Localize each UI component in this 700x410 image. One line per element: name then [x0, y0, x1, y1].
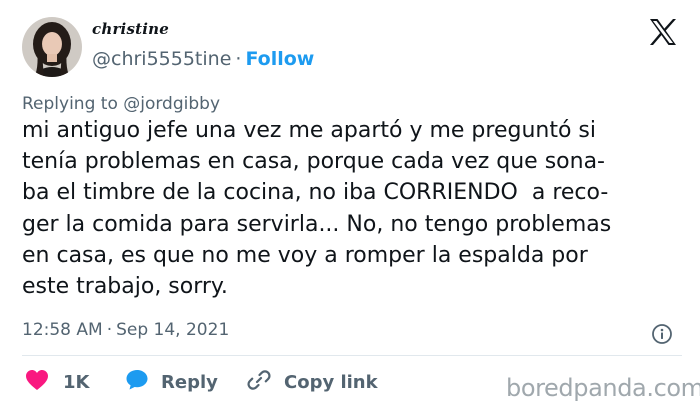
tweet-line: tenía problemas en casa, porque cada vez… — [22, 149, 605, 175]
link-icon — [246, 367, 272, 397]
user-handle[interactable]: @chri5555tine — [92, 48, 231, 70]
heart-icon — [25, 369, 49, 395]
info-icon[interactable] — [651, 323, 673, 345]
display-name[interactable]: christine — [92, 20, 169, 38]
watermark-text: boredpanda.com — [506, 374, 700, 402]
tweet-line: ba el timbre de la cocina, no iba CORRIE… — [22, 180, 609, 206]
like-count: 1K — [63, 371, 90, 393]
tweet-date: Sep 14, 2021 — [116, 320, 230, 340]
tweet-line: ger la comida para servirla... No, no te… — [22, 211, 612, 237]
separator-dot: · — [106, 320, 113, 340]
x-logo-icon[interactable] — [648, 18, 678, 46]
copy-link-button[interactable]: Copy link — [246, 369, 378, 395]
replying-to[interactable]: Replying to @jordgibby — [22, 94, 220, 114]
copy-link-label: Copy link — [284, 371, 378, 393]
follow-button[interactable]: Follow — [245, 48, 314, 70]
reply-label: Reply — [161, 371, 218, 393]
reply-button[interactable]: Reply — [125, 369, 218, 395]
avatar[interactable] — [22, 17, 82, 77]
like-button[interactable]: 1K — [25, 369, 89, 395]
reply-bubble-icon — [125, 368, 149, 396]
tweet-line: mi antiguo jefe una vez me apartó y me p… — [22, 118, 596, 143]
separator-dot: · — [235, 48, 242, 70]
tweet-text: mi antiguo jefe una vez me apartó y me p… — [22, 115, 692, 302]
tweet-line: en casa, es que no me voy a romper la es… — [22, 242, 588, 268]
tweet-time: 12:58 AM — [22, 320, 103, 340]
tweet-timestamp[interactable]: 12:58 AM · Sep 14, 2021 — [22, 319, 229, 341]
divider — [22, 355, 682, 356]
handle-row: @chri5555tine · Follow — [92, 47, 314, 71]
tweet-line: este trabajo, sorry. — [22, 274, 228, 300]
